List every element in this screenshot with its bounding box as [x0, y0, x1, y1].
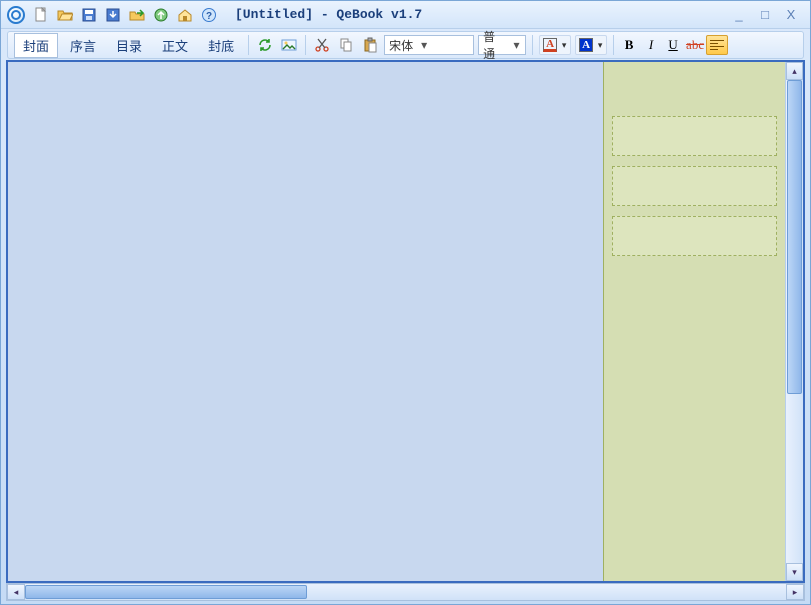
preview-slot-3[interactable]: [612, 216, 777, 256]
paste-icon[interactable]: [359, 34, 381, 56]
italic-button[interactable]: I: [641, 35, 661, 55]
new-file-icon[interactable]: [30, 4, 52, 26]
tab-body[interactable]: 正文: [154, 34, 196, 57]
font-size-value: 普通: [483, 28, 506, 62]
chevron-down-icon: ▾: [559, 40, 569, 51]
scroll-up-button[interactable]: ▴: [786, 62, 803, 80]
hscroll-track[interactable]: [25, 584, 786, 600]
window-controls: _ □ X: [730, 7, 804, 23]
horizontal-scrollbar[interactable]: ◂ ▸: [6, 583, 805, 601]
help-icon[interactable]: ?: [198, 4, 220, 26]
separator: [248, 35, 249, 55]
close-button[interactable]: X: [782, 7, 800, 23]
format-toolbar: 封面 序言 目录 正文 封底 宋体 ▾ 普通 ▾ A ▾ A ▾ B I U a…: [7, 31, 804, 59]
highlight-color-button[interactable]: A ▾: [575, 35, 607, 55]
titlebar: ? [Untitled] - QeBook v1.7 _ □ X: [1, 1, 810, 29]
highlight-color-swatch: A: [579, 38, 593, 52]
publish-icon[interactable]: [150, 4, 172, 26]
font-size-combo[interactable]: 普通 ▾: [478, 35, 526, 55]
separator: [532, 35, 533, 55]
tab-toc[interactable]: 目录: [108, 34, 150, 57]
tab-backcover[interactable]: 封底: [200, 34, 242, 57]
canvas-area[interactable]: [8, 62, 603, 581]
text-color-button[interactable]: A ▾: [539, 35, 571, 55]
vertical-scrollbar[interactable]: ▴ ▾: [785, 62, 803, 581]
chevron-down-icon: ▾: [510, 38, 523, 52]
preview-slot-2[interactable]: [612, 166, 777, 206]
tab-preface[interactable]: 序言: [62, 34, 104, 57]
workspace: ▴ ▾: [6, 60, 805, 583]
maximize-button[interactable]: □: [756, 7, 774, 23]
preview-panel: [603, 62, 785, 581]
scroll-track[interactable]: [786, 80, 803, 563]
scroll-left-button[interactable]: ◂: [7, 584, 25, 600]
align-button[interactable]: [706, 35, 728, 55]
scroll-thumb[interactable]: [787, 80, 802, 394]
underline-button[interactable]: U: [663, 35, 683, 55]
cut-icon[interactable]: [311, 34, 333, 56]
separator: [613, 35, 614, 55]
window-title: [Untitled] - QeBook v1.7: [235, 7, 422, 22]
svg-text:?: ?: [206, 11, 212, 22]
refresh-icon[interactable]: [254, 34, 276, 56]
hscroll-thumb[interactable]: [25, 585, 307, 599]
save-file-icon[interactable]: [78, 4, 100, 26]
scroll-right-button[interactable]: ▸: [786, 584, 804, 600]
separator: [305, 35, 306, 55]
insert-picture-icon[interactable]: [278, 34, 300, 56]
import-icon[interactable]: [102, 4, 124, 26]
font-family-combo[interactable]: 宋体 ▾: [384, 35, 474, 55]
font-family-value: 宋体: [389, 37, 413, 54]
chevron-down-icon: ▾: [595, 40, 605, 51]
home-icon[interactable]: [174, 4, 196, 26]
preview-slot-1[interactable]: [612, 116, 777, 156]
tab-cover[interactable]: 封面: [14, 33, 58, 58]
copy-icon[interactable]: [335, 34, 357, 56]
bold-button[interactable]: B: [619, 35, 639, 55]
strikethrough-button[interactable]: abc: [685, 35, 705, 55]
text-color-swatch: A: [543, 38, 557, 52]
minimize-button[interactable]: _: [730, 7, 748, 23]
app-logo-icon: [7, 6, 25, 24]
export-icon[interactable]: [126, 4, 148, 26]
scroll-down-button[interactable]: ▾: [786, 563, 803, 581]
open-file-icon[interactable]: [54, 4, 76, 26]
chevron-down-icon: ▾: [417, 38, 431, 52]
